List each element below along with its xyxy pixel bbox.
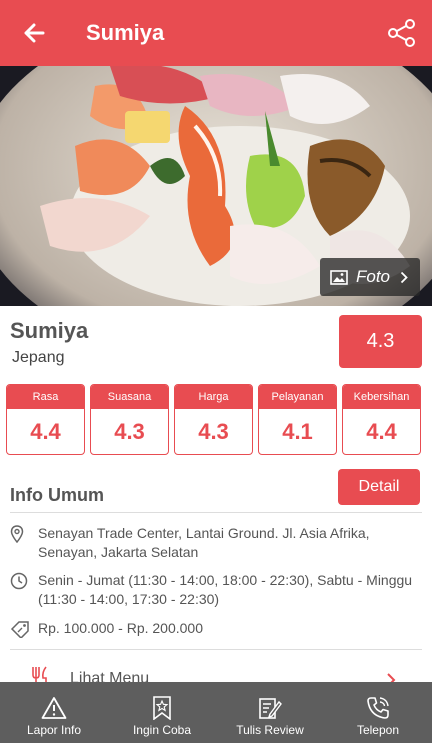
rating-breakdown: Rasa 4.4 Suasana 4.3 Harga 4.3 Pelayanan… — [6, 384, 426, 455]
restaurant-cuisine: Jepang — [12, 349, 65, 366]
nav-telepon[interactable]: Telepon — [324, 682, 432, 743]
nav-lapor-info[interactable]: Lapor Info — [0, 682, 108, 743]
rating-card-rasa: Rasa 4.4 — [6, 384, 85, 455]
rating-value: 4.4 — [30, 419, 61, 444]
price-row: Rp. 100.000 - Rp. 200.000 — [10, 619, 422, 643]
nav-label: Lapor Info — [26, 723, 82, 737]
page-title: Sumiya — [86, 20, 165, 45]
chevron-right-icon — [400, 271, 408, 283]
photo-label: Foto — [356, 267, 391, 286]
hours-row: Senin - Jumat (11:30 - 14:00, 18:00 - 22… — [10, 571, 422, 609]
back-arrow-icon — [24, 23, 45, 43]
rating-value: 4.3 — [198, 419, 229, 444]
nav-label: Ingin Coba — [132, 723, 192, 737]
nav-tulis-review[interactable]: Tulis Review — [216, 682, 324, 743]
photo-gallery-button[interactable]: Foto — [320, 258, 420, 296]
bottom-navigation: Lapor Info Ingin Coba Tulis Review Telep… — [0, 682, 432, 743]
rating-label: Harga — [175, 385, 252, 409]
divider — [10, 649, 422, 650]
rating-value: 4.3 — [114, 419, 145, 444]
bookmark-star-icon — [153, 696, 171, 720]
info-section-title: Info Umum — [10, 485, 104, 505]
warning-icon — [41, 697, 67, 719]
restaurant-name: Sumiya — [10, 318, 89, 343]
rating-value: 4.4 — [366, 419, 397, 444]
rating-card-suasana: Suasana 4.3 — [90, 384, 169, 455]
phone-icon — [367, 697, 389, 719]
rating-value: 4.1 — [282, 419, 313, 444]
location-pin-icon — [10, 525, 24, 544]
back-button[interactable] — [0, 0, 68, 66]
address-row[interactable]: Senayan Trade Center, Lantai Ground. Jl.… — [10, 524, 422, 562]
share-button[interactable] — [372, 0, 432, 66]
app-root: Sumiya Foto Sumiya Jepang 4.3 Rasa 4.4 S… — [0, 0, 432, 743]
rating-card-pelayanan: Pelayanan 4.1 — [258, 384, 337, 455]
image-icon — [330, 269, 348, 285]
rating-label: Suasana — [91, 385, 168, 409]
overall-rating-badge: 4.3 — [339, 315, 422, 368]
rating-label: Kebersihan — [343, 385, 420, 409]
divider — [10, 512, 422, 513]
rating-label: Rasa — [7, 385, 84, 409]
price-tag-icon — [10, 621, 29, 640]
restaurant-photo[interactable]: Foto — [0, 66, 432, 306]
nav-label: Telepon — [356, 723, 400, 737]
top-app-bar: Sumiya — [0, 0, 432, 66]
write-review-icon — [259, 698, 282, 719]
price-range-text: Rp. 100.000 - Rp. 200.000 — [38, 620, 204, 636]
opening-hours-text: Senin - Jumat (11:30 - 14:00, 18:00 - 22… — [38, 572, 413, 607]
nav-label: Tulis Review — [236, 723, 304, 737]
rating-card-kebersihan: Kebersihan 4.4 — [342, 384, 421, 455]
detail-button[interactable]: Detail — [338, 469, 420, 505]
share-icon — [388, 19, 415, 47]
address-text: Senayan Trade Center, Lantai Ground. Jl.… — [38, 525, 370, 560]
clock-icon — [10, 572, 28, 590]
rating-label: Pelayanan — [259, 385, 336, 409]
rating-card-harga: Harga 4.3 — [174, 384, 253, 455]
nav-ingin-coba[interactable]: Ingin Coba — [108, 682, 216, 743]
